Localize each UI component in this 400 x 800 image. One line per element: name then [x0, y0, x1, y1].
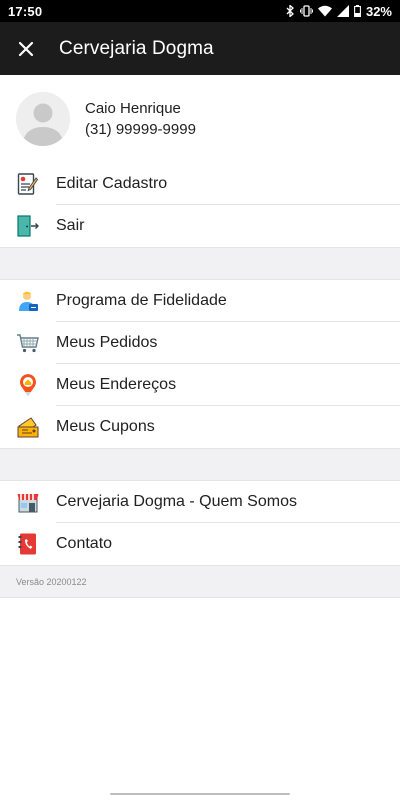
- menu-item-label: Editar Cadastro: [56, 175, 168, 192]
- avatar[interactable]: [16, 92, 70, 146]
- signal-icon: [336, 5, 349, 17]
- menu-item-meus-pedidos[interactable]: Meus Pedidos: [0, 322, 400, 364]
- version-bar: Versão 20200122: [0, 565, 400, 598]
- profile-phone: (31) 99999-9999: [85, 121, 196, 138]
- menu-item-label: Meus Cupons: [56, 418, 155, 435]
- close-button[interactable]: [14, 37, 38, 61]
- menu-item-label: Contato: [56, 535, 113, 552]
- profile-info: Caio Henrique (31) 99999-9999: [85, 98, 196, 140]
- exit-door-icon: [16, 214, 40, 238]
- close-icon: [18, 41, 34, 56]
- menu-item-label: Meus Endereços: [56, 376, 177, 393]
- section-divider: [0, 448, 400, 481]
- section-divider: [0, 247, 400, 280]
- home-gesture-handle[interactable]: [110, 793, 290, 795]
- edit-form-icon: [16, 172, 40, 196]
- avatar-icon: [16, 92, 70, 146]
- status-icons: 32%: [286, 4, 392, 19]
- menu-item-label: Cervejaria Dogma - Quem Somos: [56, 493, 297, 510]
- menu-item-quem-somos[interactable]: Cervejaria Dogma - Quem Somos: [0, 481, 400, 523]
- version-text: Versão 20200122: [16, 576, 87, 587]
- phonebook-icon: [16, 532, 40, 556]
- battery-icon: [354, 5, 361, 17]
- menu-item-meus-cupons[interactable]: Meus Cupons: [0, 406, 400, 448]
- store-icon: [16, 490, 40, 514]
- battery-percent: 32%: [365, 3, 392, 19]
- wifi-icon: [317, 5, 332, 17]
- app-bar: Cervejaria Dogma: [0, 22, 400, 75]
- menu-item-sair[interactable]: Sair: [0, 205, 400, 247]
- menu-item-editar-cadastro[interactable]: Editar Cadastro: [0, 163, 400, 205]
- profile-name: Caio Henrique: [85, 100, 181, 117]
- gesture-bar: [0, 790, 400, 800]
- page-title: Cervejaria Dogma: [59, 37, 214, 59]
- menu-item-label: Sair: [56, 217, 85, 234]
- bluetooth-icon: [286, 5, 295, 17]
- profile-header: Caio Henrique (31) 99999-9999: [0, 75, 400, 163]
- menu-item-meus-enderecos[interactable]: Meus Endereços: [0, 364, 400, 406]
- loyalty-icon: [16, 289, 40, 313]
- menu-item-programa-de-fidelidade[interactable]: Programa de Fidelidade: [0, 280, 400, 322]
- menu-item-label: Programa de Fidelidade: [56, 292, 227, 309]
- cart-icon: [16, 331, 40, 355]
- coupon-icon: [16, 415, 40, 439]
- menu-item-contato[interactable]: Contato: [0, 523, 400, 565]
- menu-item-label: Meus Pedidos: [56, 334, 158, 351]
- location-pin-icon: [16, 373, 40, 397]
- status-time: 17:50: [8, 3, 43, 19]
- vibrate-icon: [299, 5, 313, 17]
- status-bar: 17:50 32%: [0, 0, 400, 22]
